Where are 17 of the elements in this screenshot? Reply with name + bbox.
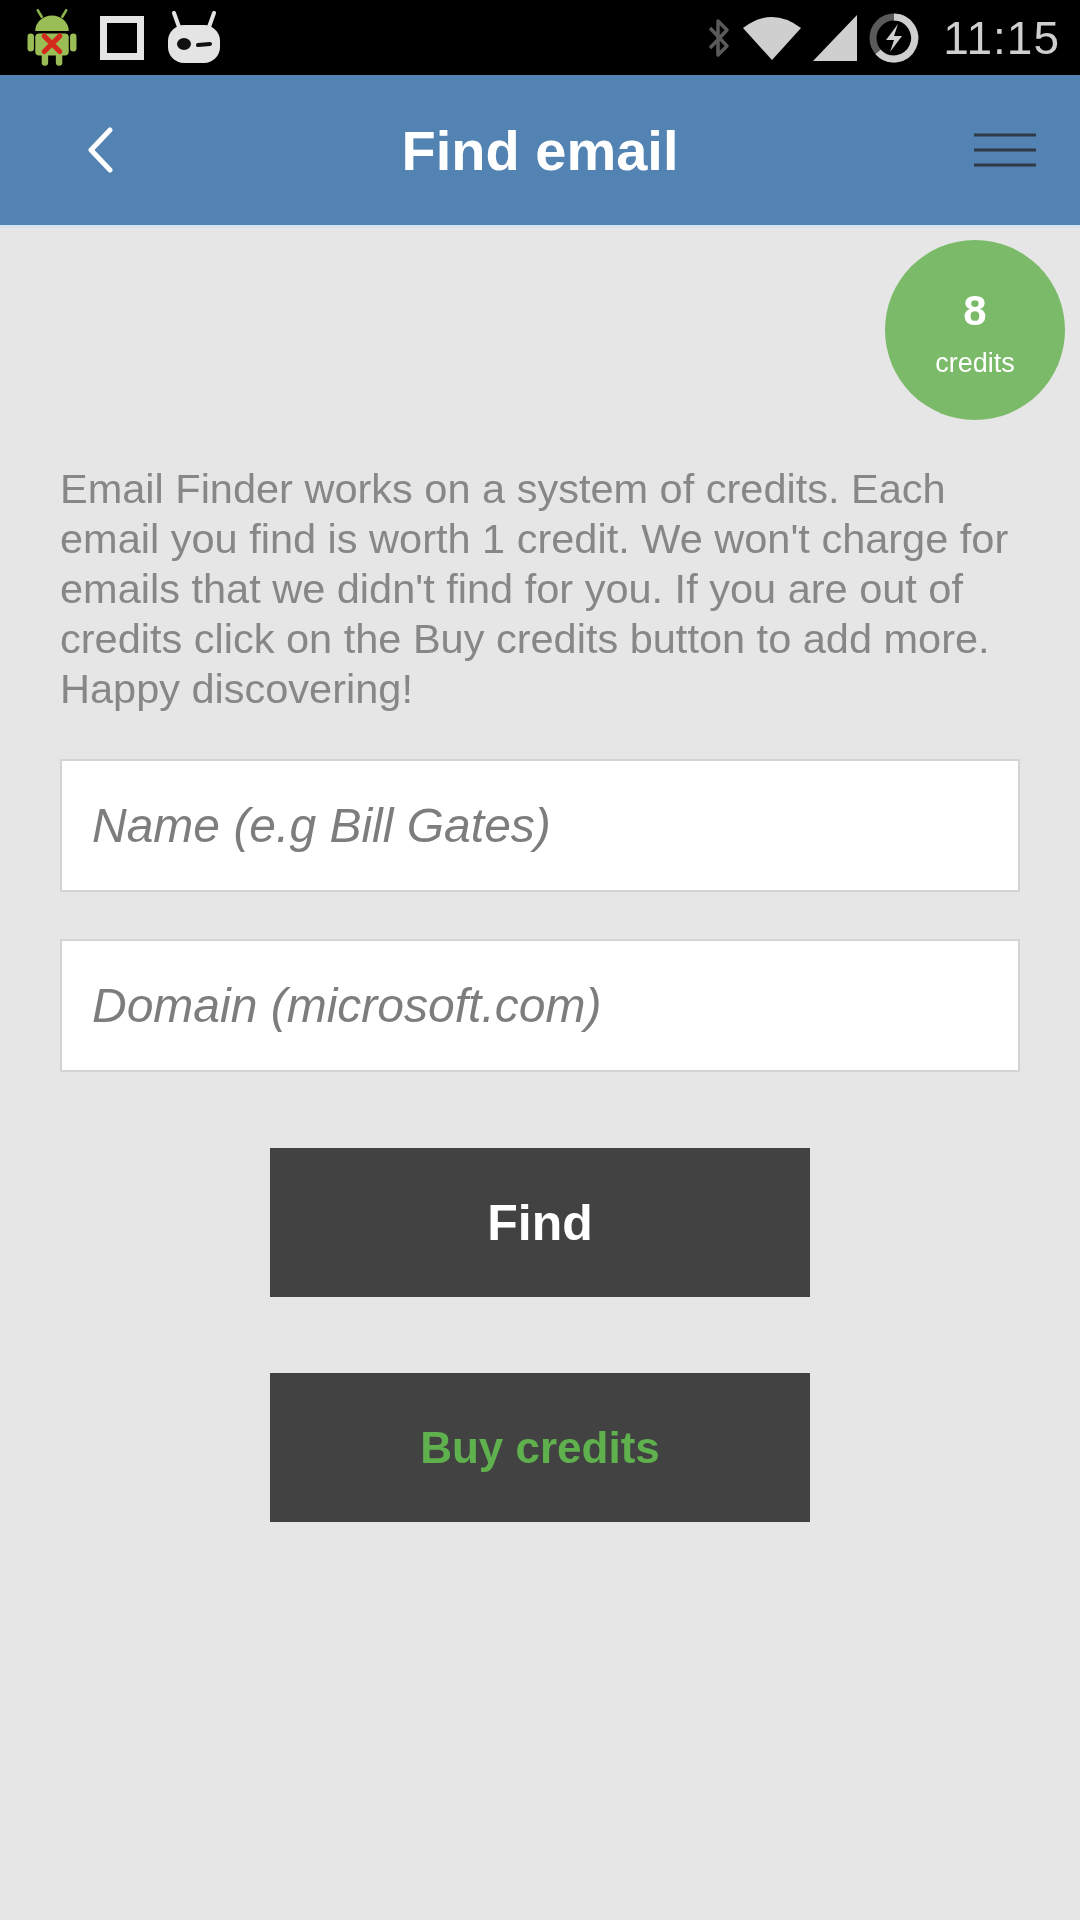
wifi-icon	[743, 15, 802, 60]
credits-label: credits	[935, 349, 1015, 377]
menu-icon	[974, 133, 1036, 167]
square-icon	[100, 15, 144, 60]
buy-credits-button[interactable]: Buy credits	[270, 1373, 810, 1522]
description-text: Email Finder works on a system of credits. Each email you find is worth 1 credit. We won't charge for emails that we didn't find for you. If you are out of credits click on the Buy credits button to add more. Happy discovering!	[60, 464, 1010, 714]
robot-icon	[26, 8, 78, 67]
signal-icon	[813, 14, 858, 61]
find-button[interactable]: Find	[270, 1148, 810, 1297]
battery-charging-icon	[869, 12, 920, 63]
domain-field[interactable]: Domain (microsoft.com)	[60, 939, 1020, 1072]
chevron-left-icon	[86, 127, 114, 173]
robot-head-icon	[166, 10, 222, 65]
name-field[interactable]: Name (e.g Bill Gates)	[60, 759, 1020, 892]
page-title: Find email	[400, 117, 680, 183]
status-time: 11:15	[943, 10, 1060, 65]
credits-count: 8	[963, 289, 987, 332]
